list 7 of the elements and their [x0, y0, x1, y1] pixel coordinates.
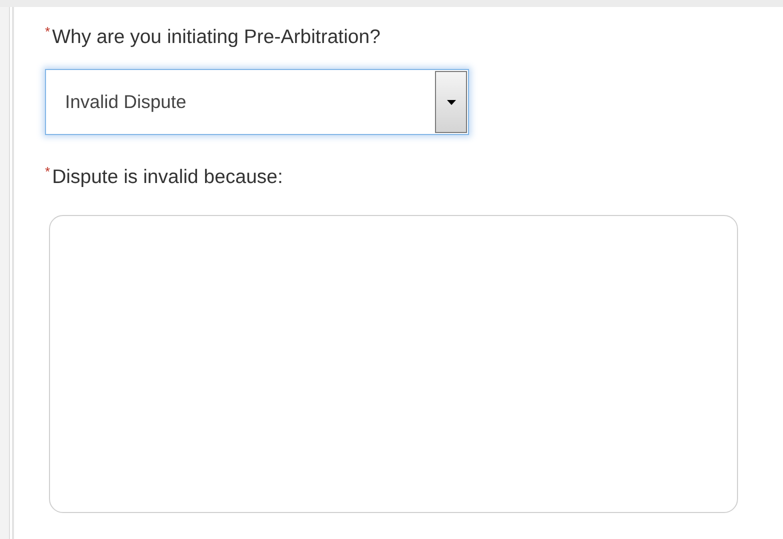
field-label: Dispute is invalid because:	[52, 166, 283, 188]
required-mark: *	[45, 24, 50, 39]
field-label: Why are you initiating Pre-Arbitration?	[52, 26, 380, 48]
required-mark: *	[45, 164, 50, 179]
dropdown-field[interactable]: Invalid Dispute	[45, 69, 469, 135]
text-area[interactable]	[49, 215, 738, 513]
caret-icon	[446, 100, 456, 104]
